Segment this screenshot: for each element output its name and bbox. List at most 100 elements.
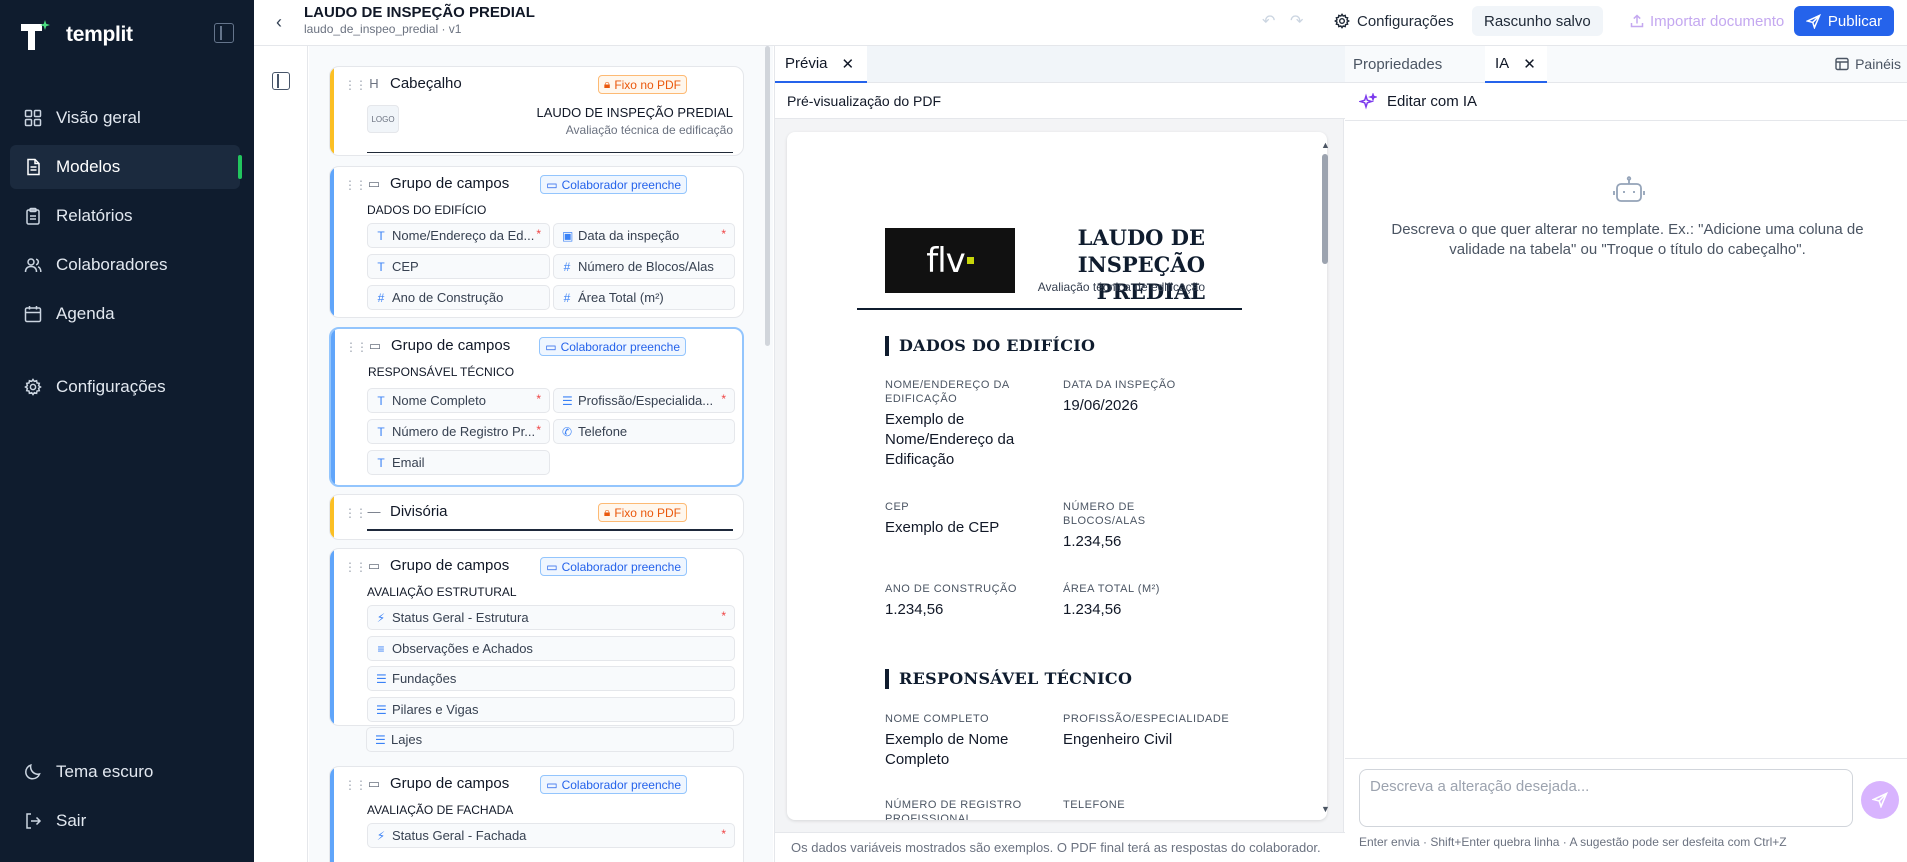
publish-button[interactable]: Publicar [1794,6,1894,36]
field-chip[interactable]: ⚡︎ Status Geral - Fachada * [367,823,735,848]
field-chip[interactable]: T Email [367,450,550,475]
field-label: Número de Registro Pr... [392,424,536,439]
ai-hint: Descreva o que quer alterar no template.… [1391,221,1864,258]
preview-scrollbar[interactable]: ▲ ▼ [1320,140,1330,814]
toggle-panel-icon[interactable] [272,72,290,90]
document-title: LAUDO DE INSPEÇÃO PREDIAL [304,4,535,21]
field-chip[interactable]: ☰ Fundações [367,666,735,691]
pdf-section-title: DADOS DO EDIFÍCIO [885,336,1095,356]
header-rule [367,151,733,153]
panels-button[interactable]: Painéis [1835,56,1901,72]
scroll-up-icon[interactable]: ▲ [1321,140,1330,150]
paragraph-icon: ≡ [377,641,385,656]
scroll-down-icon[interactable]: ▼ [1321,804,1330,814]
field-chip[interactable]: T Número de Registro Pr... * [367,419,550,444]
collapse-sidebar-icon[interactable] [214,23,234,43]
pdf-page: flv LAUDO DE INSPEÇÃO PREDIAL Avaliação … [787,132,1327,820]
undo-icon[interactable]: ↶ [1262,11,1275,31]
pdf-field-value: 1.234,56 [1063,601,1122,618]
field-chip[interactable]: T CEP [367,254,550,279]
sidebar-item-agenda[interactable]: Agenda [10,292,240,336]
gear-icon [1334,13,1350,29]
sidebar-item-label: Colaboradores [56,255,168,274]
block-type: H Cabeçalho [367,75,461,92]
close-icon[interactable]: ✕ [842,55,855,73]
field-group-block[interactable]: ⋮⋮ ▭ Grupo de campos ▭ Colaborador preenc… [329,166,744,318]
drag-handle-icon[interactable]: ⋮⋮ [344,560,367,574]
sidebar-item-modelos[interactable]: Modelos [10,145,242,189]
pdf-field-label: ÁREA TOTAL (M²) [1063,583,1160,595]
sidebar-item-tema-escuro[interactable]: Tema escuro [10,750,240,794]
pdf-field-label: NÚMERO DE BLOCOS/ALAS [1063,501,1146,527]
header-block[interactable]: ⋮⋮ H Cabeçalho 🔒︎ Fixo no PDF LOGO LAUDO … [329,66,744,156]
list-icon: ☰ [376,702,387,717]
field-chip[interactable]: ☰ Pilares e Vigas [367,697,735,722]
divider-block[interactable]: ⋮⋮ — Divisória 🔒︎ Fixo no PDF [329,494,744,540]
pdf-header-rule [857,308,1242,310]
field-label: Status Geral - Fachada [392,828,527,843]
field-chip[interactable]: T Nome/Endereço da Ed... * [367,223,550,248]
header-subtitle: Avaliação técnica de edificação [565,123,733,137]
close-icon[interactable]: ✕ [1523,55,1536,73]
group-title: DADOS DO EDIFÍCIO [367,203,487,217]
field-chip[interactable]: ▣ Data da inspeção * [553,223,735,248]
gear-icon [24,378,42,396]
badge-label: Colaborador preenche [560,339,680,354]
sidebar-item-configuracoes[interactable]: Configurações [10,365,240,409]
settings-button[interactable]: Configurações [1334,8,1454,34]
redo-icon[interactable]: ↷ [1290,11,1303,31]
field-group-block[interactable]: ⋮⋮ ▭ Grupo de campos ▭ Colaborador preenc… [329,548,744,726]
tab-previa[interactable]: Prévia ✕ [775,46,867,83]
drag-handle-icon[interactable]: ⋮⋮ [344,178,367,192]
back-chevron-icon[interactable]: ‹ [276,12,282,33]
phone-icon: ✆ [562,424,573,439]
drag-handle-icon[interactable]: ⋮⋮ [344,778,367,792]
sidebar-item-relatorios[interactable]: Relatórios [10,194,240,238]
drag-handle-icon[interactable]: ⋮⋮ [345,340,368,354]
field-group-icon: ▭ [368,337,382,353]
drag-handle-icon[interactable]: ⋮⋮ [344,78,367,92]
sidebar: templit Visão geral Modelos Relatórios C… [0,0,254,862]
text-field-icon: T [377,455,385,470]
field-chip[interactable]: # Ano de Construção [367,285,550,310]
brand[interactable]: templit [18,18,133,52]
drag-handle-icon[interactable]: ⋮⋮ [344,506,367,520]
field-chip[interactable]: ≡ Observações e Achados [367,636,735,661]
ai-panel: Propriedades IA ✕ Painéis Editar com IA … [1345,46,1907,862]
block-type: ▭ Grupo de campos [368,337,510,354]
sidebar-item-visao-geral[interactable]: Visão geral [10,96,240,140]
blocks-rail [254,46,308,862]
field-chip[interactable]: ☰ Lajes [366,727,734,752]
field-label: Ano de Construção [392,290,504,305]
scroll-thumb[interactable] [1322,154,1328,264]
field-label: Profissão/Especialida... [578,393,714,408]
badge-label: Colaborador preenche [561,777,681,792]
block-accent [330,495,334,539]
block-accent [330,167,334,317]
sidebar-item-sair[interactable]: Sair [10,799,240,843]
ai-prompt-input[interactable]: Descreva a alteração desejada... [1359,769,1853,827]
field-group-block[interactable]: ⋮⋮ ▭ Grupo de campos ▭ Colaborador preenc… [329,766,744,862]
field-chip[interactable]: # Área Total (m²) [553,285,735,310]
field-group-block-selected[interactable]: ⋮⋮ ▭ Grupo de campos ▭ Colaborador preenc… [329,327,744,487]
import-document-button[interactable]: Importar documento [1620,6,1794,36]
pdf-field-label: CEP [885,501,910,513]
sidebar-item-label: Agenda [56,304,115,323]
sidebar-item-label: Sair [56,811,87,830]
field-chip[interactable]: ☰ Profissão/Especialida... * [553,388,735,413]
preview-tabs: Prévia ✕ [775,46,1345,83]
field-chip[interactable]: ✆ Telefone [553,419,735,444]
field-chip[interactable]: T Nome Completo * [367,388,550,413]
send-button[interactable] [1861,781,1899,819]
number-icon: # [563,259,571,274]
tab-ia[interactable]: IA ✕ [1485,46,1547,83]
pdf-section-title: RESPONSÁVEL TÉCNICO [885,669,1132,689]
top-bar: ‹ LAUDO DE INSPEÇÃO PREDIAL laudo_de_ins… [254,0,1907,46]
heading-icon: H [369,76,379,91]
grid-icon [24,109,42,127]
sidebar-item-colaboradores[interactable]: Colaboradores [10,243,240,287]
tab-propriedades[interactable]: Propriedades [1353,46,1442,83]
field-chip[interactable]: # Número de Blocos/Alas [553,254,735,279]
editor-scrollbar[interactable] [765,46,770,346]
field-chip[interactable]: ⚡︎ Status Geral - Estrutura * [367,605,735,630]
